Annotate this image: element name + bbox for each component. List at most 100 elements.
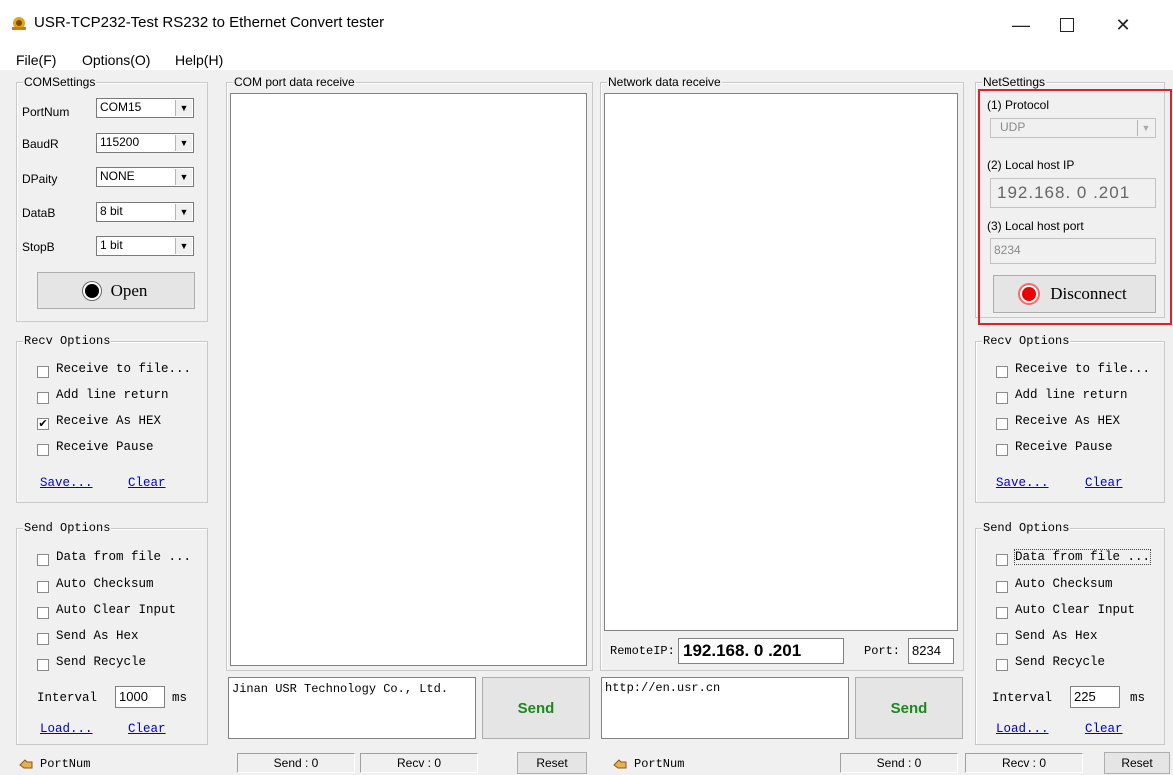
- baud-label: BaudR: [22, 137, 59, 151]
- local-port-input[interactable]: 8234: [990, 238, 1156, 264]
- stop-bits-select[interactable]: 1 bit ▼: [96, 236, 194, 256]
- net-send-input[interactable]: http://en.usr.cn: [601, 677, 849, 739]
- data-bits-label: DataB: [22, 206, 56, 220]
- stop-bits-label: StopB: [22, 240, 55, 254]
- net-send-button[interactable]: Send: [855, 677, 963, 739]
- left-receive-pause-label: Receive Pause: [56, 440, 154, 454]
- window-title: USR-TCP232-Test RS232 to Ethernet Conver…: [34, 14, 385, 31]
- left-auto-checksum-checkbox[interactable]: [37, 581, 49, 593]
- left-send-legend: Send Options: [23, 521, 112, 535]
- right-interval-unit: ms: [1130, 691, 1146, 705]
- left-add-line-return-checkbox[interactable]: [37, 392, 49, 404]
- chevron-down-icon: ▼: [175, 135, 192, 151]
- right-send-recycle-checkbox[interactable]: [996, 659, 1008, 671]
- left-status-recv: Recv : 0: [360, 753, 478, 773]
- remote-port-input[interactable]: 8234: [908, 638, 954, 664]
- left-auto-clear-input-label: Auto Clear Input: [56, 603, 177, 617]
- hand-pointer-icon: [612, 757, 628, 771]
- left-status-portnum: PortNum: [40, 757, 91, 771]
- baud-select[interactable]: 115200 ▼: [96, 133, 194, 153]
- com-send-button[interactable]: Send: [482, 677, 590, 739]
- port-select[interactable]: COM15 ▼: [96, 98, 194, 118]
- left-send-as-hex-checkbox[interactable]: [37, 633, 49, 645]
- left-receive-as-hex-checkbox[interactable]: ✔: [37, 418, 49, 430]
- right-auto-checksum-checkbox[interactable]: [996, 581, 1008, 593]
- left-data-from-file-label: Data from file ...: [56, 550, 192, 564]
- left-add-line-return-label: Add line return: [56, 388, 169, 402]
- remote-ip-input[interactable]: 192.168. 0 .201: [678, 638, 844, 664]
- right-receive-to-file-checkbox[interactable]: [996, 366, 1008, 378]
- left-interval-input[interactable]: 1000: [115, 686, 165, 708]
- remote-port-label: Port:: [864, 644, 901, 658]
- left-receive-to-file-label: Receive to file...: [56, 362, 192, 376]
- left-send-clear-link[interactable]: Clear: [128, 722, 166, 736]
- right-receive-as-hex-checkbox[interactable]: [996, 418, 1008, 430]
- com-send-input[interactable]: Jinan USR Technology Co., Ltd.: [228, 677, 476, 739]
- left-send-recycle-checkbox[interactable]: [37, 659, 49, 671]
- left-interval-label: Interval: [37, 691, 98, 705]
- parity-select[interactable]: NONE ▼: [96, 167, 194, 187]
- left-auto-checksum-label: Auto Checksum: [56, 577, 154, 591]
- chevron-down-icon: ▼: [1137, 120, 1154, 136]
- minimize-button[interactable]: —: [998, 6, 1044, 44]
- right-receive-pause-checkbox[interactable]: [996, 444, 1008, 456]
- right-receive-as-hex-label: Receive As HEX: [1015, 414, 1121, 428]
- record-icon: [84, 283, 99, 298]
- com-settings-legend: COMSettings: [23, 75, 97, 89]
- left-receive-pause-checkbox[interactable]: [37, 444, 49, 456]
- net-receive-textarea[interactable]: [604, 93, 958, 631]
- left-send-recycle-label: Send Recycle: [56, 655, 147, 669]
- right-send-as-hex-label: Send As Hex: [1015, 629, 1098, 643]
- com-receive-legend: COM port data receive: [233, 75, 356, 89]
- left-recv-save-link[interactable]: Save...: [40, 476, 93, 490]
- right-interval-input[interactable]: 225: [1070, 686, 1120, 708]
- right-send-load-link[interactable]: Load...: [996, 722, 1049, 736]
- right-auto-clear-input-label: Auto Clear Input: [1015, 603, 1136, 617]
- right-recv-save-link[interactable]: Save...: [996, 476, 1049, 490]
- maximize-button[interactable]: [1044, 6, 1090, 44]
- chevron-down-icon: ▼: [175, 169, 192, 185]
- close-button[interactable]: ✕: [1100, 6, 1146, 44]
- left-reset-button[interactable]: Reset: [517, 752, 587, 774]
- local-port-label: (3) Local host port: [987, 219, 1084, 233]
- maximize-icon: [1060, 18, 1074, 32]
- right-data-from-file-checkbox[interactable]: [996, 554, 1008, 566]
- remote-ip-label: RemoteIP:: [610, 644, 675, 658]
- menu-options[interactable]: Options(O): [82, 52, 150, 68]
- right-recv-clear-link[interactable]: Clear: [1085, 476, 1123, 490]
- disconnect-button[interactable]: Disconnect: [993, 275, 1156, 313]
- right-status-portnum: PortNum: [634, 757, 685, 771]
- com-receive-textarea[interactable]: [230, 93, 587, 666]
- left-recv-clear-link[interactable]: Clear: [128, 476, 166, 490]
- parity-label: DPaity: [22, 172, 58, 186]
- left-status-send: Send : 0: [237, 753, 355, 773]
- minimize-icon: —: [1012, 14, 1030, 35]
- menu-file[interactable]: File(F): [16, 52, 56, 68]
- right-receive-to-file-label: Receive to file...: [1015, 362, 1151, 376]
- right-status-send: Send : 0: [840, 753, 958, 773]
- right-status-recv: Recv : 0: [965, 753, 1083, 773]
- right-reset-button[interactable]: Reset: [1104, 752, 1170, 774]
- right-send-as-hex-checkbox[interactable]: [996, 633, 1008, 645]
- right-add-line-return-label: Add line return: [1015, 388, 1128, 402]
- app-icon: [10, 15, 28, 31]
- close-icon: ✕: [1115, 14, 1131, 35]
- right-send-clear-link[interactable]: Clear: [1085, 722, 1123, 736]
- open-button[interactable]: Open: [37, 272, 195, 309]
- local-ip-input[interactable]: 192.168. 0 .201: [990, 178, 1156, 208]
- menu-help[interactable]: Help(H): [175, 52, 223, 68]
- left-receive-to-file-checkbox[interactable]: [37, 366, 49, 378]
- protocol-select[interactable]: UDP ▼: [990, 118, 1156, 138]
- right-add-line-return-checkbox[interactable]: [996, 392, 1008, 404]
- chevron-down-icon: ▼: [175, 204, 192, 220]
- left-data-from-file-checkbox[interactable]: [37, 554, 49, 566]
- right-auto-clear-input-checkbox[interactable]: [996, 607, 1008, 619]
- connected-indicator-icon: [1022, 287, 1037, 301]
- left-send-load-link[interactable]: Load...: [40, 722, 93, 736]
- right-recv-legend: Recv Options: [982, 334, 1071, 348]
- data-bits-select[interactable]: 8 bit ▼: [96, 202, 194, 222]
- left-receive-as-hex-label: Receive As HEX: [56, 414, 162, 428]
- right-receive-pause-label: Receive Pause: [1015, 440, 1113, 454]
- port-label: PortNum: [22, 105, 70, 119]
- left-auto-clear-input-checkbox[interactable]: [37, 607, 49, 619]
